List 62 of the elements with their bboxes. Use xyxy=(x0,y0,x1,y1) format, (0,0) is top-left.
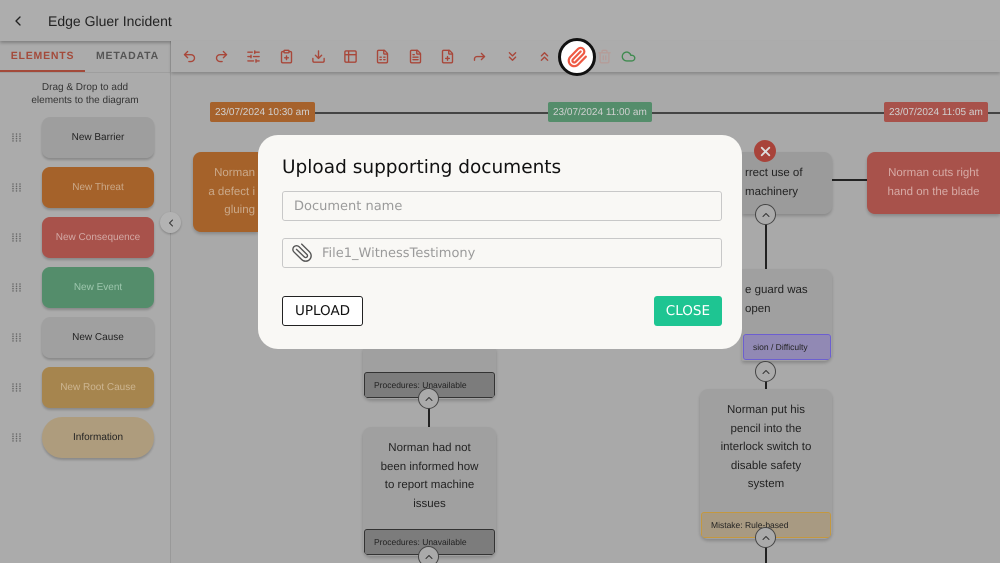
element-item[interactable]: New Threat xyxy=(42,167,154,208)
element-item[interactable]: New Root Cause xyxy=(42,367,154,408)
consequence-node[interactable]: Norman cuts right hand on the blade xyxy=(867,152,1000,214)
element-item[interactable]: New Barrier xyxy=(42,117,154,158)
node-tag: Mistake: Rule-based xyxy=(701,512,831,538)
drag-handle-icon[interactable] xyxy=(12,433,21,442)
drag-handle-icon[interactable] xyxy=(12,133,21,142)
sidebar-tab[interactable]: ELEMENTS xyxy=(0,41,85,72)
element-item[interactable]: Information xyxy=(42,417,154,458)
close-button[interactable]: CLOSE xyxy=(654,296,722,326)
drag-handle-icon[interactable] xyxy=(12,233,21,242)
dialog-title: Upload supporting documents xyxy=(282,157,562,178)
file-field[interactable]: File1_WitnessTestimony xyxy=(282,238,722,268)
drag-handle-icon[interactable] xyxy=(12,183,21,192)
trash-icon xyxy=(597,49,612,64)
node-text: Norman put his pencil into the interlock switch to disable safety system xyxy=(720,403,812,492)
table-icon xyxy=(343,49,358,64)
collapse-node-button[interactable] xyxy=(755,204,776,225)
paperclip-icon xyxy=(291,242,313,264)
page-title: Edge Gluer Incident xyxy=(48,12,172,28)
threat-node[interactable]: Norman a defect i gluing xyxy=(193,152,258,232)
node-tag: Procedures: Unavailable xyxy=(364,529,495,555)
node-text: Norman cuts right hand on the blade xyxy=(886,166,981,200)
timestamp-label: 23/07/2024 11:05 am xyxy=(884,102,988,122)
drag-handle-icon[interactable] xyxy=(12,333,21,342)
instructions-text: Drag & Drop to add elements to the diagram xyxy=(30,81,140,108)
download-icon xyxy=(310,49,326,64)
timestamp-label: 23/07/2024 11:00 am xyxy=(548,102,652,122)
collapse-node-button[interactable] xyxy=(418,388,439,409)
drag-handle-icon[interactable] xyxy=(12,383,21,392)
element-item[interactable]: New Consequence xyxy=(42,217,154,258)
collapse-sidebar-button[interactable] xyxy=(160,212,181,233)
upload-button[interactable]: UPLOAD xyxy=(282,296,364,326)
node-text: Norman had not been informed how to report machine issues xyxy=(380,441,480,512)
cause-node[interactable]: Norman had not been informed how to report machine issues Procedures: Unavailable xyxy=(363,427,496,556)
collapse-node-button[interactable] xyxy=(755,361,776,382)
timestamp-label: 23/07/2024 10:30 am xyxy=(210,102,315,122)
undo-icon xyxy=(182,49,197,64)
sidebar-tab[interactable]: METADATA xyxy=(85,41,170,72)
element-item[interactable]: New Event xyxy=(42,267,154,308)
add-document-icon xyxy=(440,49,456,64)
cause-node[interactable]: e guard was open sion / Difficulty xyxy=(742,269,832,361)
node-tag: Procedures: Unavailable xyxy=(364,372,495,398)
element-item[interactable]: New Cause xyxy=(42,317,154,358)
node-text: Norman a defect i gluing xyxy=(207,166,256,218)
spreadsheet-icon xyxy=(375,49,390,64)
paperclip-icon xyxy=(566,46,588,68)
document-name-field[interactable]: Document name xyxy=(282,191,722,221)
redo-icon xyxy=(214,49,229,64)
barrier-node[interactable]: rrect use of machinery xyxy=(742,152,832,214)
cloud-icon xyxy=(621,49,636,64)
node-text: e guard was open xyxy=(744,283,809,316)
sliders-icon xyxy=(246,49,262,64)
clipboard-icon xyxy=(278,49,294,64)
paperclip-button[interactable] xyxy=(558,38,596,76)
node-tag: sion / Difficulty xyxy=(743,334,831,360)
node-text: rrect use of machinery xyxy=(744,166,804,200)
document-icon xyxy=(408,49,423,64)
cause-node[interactable]: Norman put his pencil into the interlock switch to disable safety system Mistake: Rule-based xyxy=(700,389,832,539)
drag-handle-icon[interactable] xyxy=(12,283,21,292)
cause-node[interactable]: Procedures: Unavailable xyxy=(363,348,496,399)
collapse-node-button[interactable] xyxy=(755,527,776,548)
